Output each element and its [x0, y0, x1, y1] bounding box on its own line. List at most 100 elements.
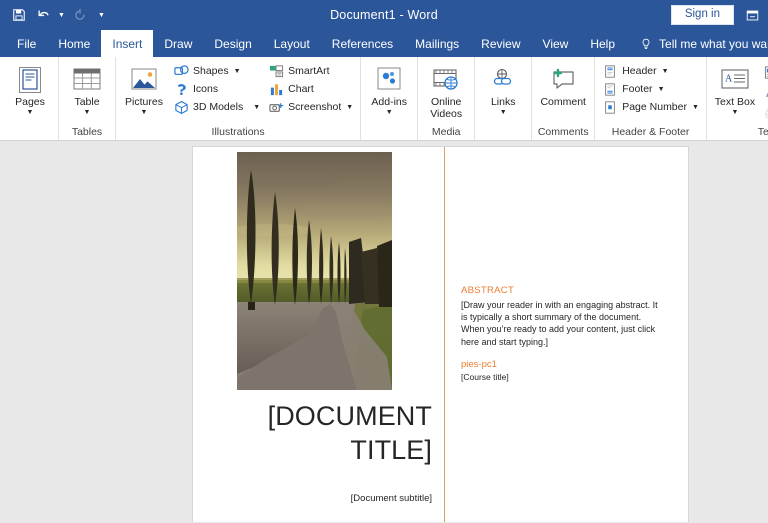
tab-draw[interactable]: Draw: [153, 30, 203, 57]
ribbon-display-options-icon[interactable]: [740, 3, 764, 27]
chevron-down-icon[interactable]: ▼: [141, 109, 148, 117]
smartart-button[interactable]: SmartArt: [265, 62, 356, 80]
header-button[interactable]: Header ▼: [599, 62, 702, 80]
header-icon: [602, 63, 618, 79]
tab-layout[interactable]: Layout: [263, 30, 321, 57]
ribbon-group-label-links: [479, 125, 527, 140]
redo-icon: [69, 4, 91, 26]
shapes-label: Shapes: [193, 65, 229, 77]
screenshot-icon: [268, 99, 284, 115]
page-title[interactable]: [DOCUMENT TITLE]: [203, 399, 432, 467]
ribbon-group-label-text: Text: [757, 126, 768, 138]
tab-design[interactable]: Design: [203, 30, 262, 57]
page-number-button[interactable]: Page Number ▼: [599, 98, 702, 116]
pictures-button[interactable]: Pictures ▼: [120, 61, 168, 117]
document-page[interactable]: [DOCUMENT TITLE] [Document subtitle] ABS…: [193, 147, 688, 522]
quick-parts-icon[interactable]: [761, 63, 768, 82]
author-name[interactable]: pies-pc1: [461, 359, 661, 370]
footer-label: Footer: [622, 83, 653, 95]
text-icon-row-2: A ▼: [761, 83, 768, 102]
table-icon: [72, 64, 102, 96]
text-icon-grid: ▼ ▼ A ▼: [761, 61, 768, 122]
chevron-down-icon[interactable]: ▼: [253, 104, 260, 111]
add-ins-icon: [375, 64, 403, 96]
lightbulb-icon: [640, 37, 652, 51]
new-comment-button[interactable]: Comment: [536, 61, 590, 109]
smartart-icon: [268, 63, 284, 79]
undo-dropdown-icon[interactable]: ▼: [56, 4, 67, 26]
course-title[interactable]: [Course title]: [461, 372, 661, 382]
ribbon-group-illustrations: Pictures ▼ Shapes ▼ Icons 3D Models ▼ Sm…: [116, 57, 362, 140]
save-icon[interactable]: [8, 4, 30, 26]
ribbon-group-label-tables: Tables: [71, 126, 103, 138]
ribbon: Pages ▼ Table ▼ Tables Pictures ▼ Shapes…: [0, 57, 768, 141]
chevron-down-icon[interactable]: ▼: [386, 109, 393, 117]
sign-in-button[interactable]: Sign in: [670, 4, 734, 26]
text-box-button[interactable]: A Text Box ▼: [711, 61, 759, 117]
chart-icon: [268, 81, 284, 97]
abstract-body[interactable]: [Draw your reader in with an engaging ab…: [461, 299, 661, 348]
chart-button[interactable]: Chart: [265, 80, 356, 98]
tab-references[interactable]: References: [321, 30, 404, 57]
chevron-down-icon[interactable]: ▼: [500, 109, 507, 117]
chevron-down-icon[interactable]: ▼: [84, 109, 91, 117]
three-d-models-button[interactable]: 3D Models ▼: [170, 98, 263, 116]
pages-button[interactable]: Pages ▼: [6, 61, 54, 117]
icons-icon: [173, 81, 189, 97]
document-canvas[interactable]: [DOCUMENT TITLE] [Document subtitle] ABS…: [0, 141, 768, 522]
tab-file[interactable]: File: [6, 30, 47, 57]
tab-review[interactable]: Review: [470, 30, 531, 57]
icons-button[interactable]: Icons: [170, 80, 263, 98]
ribbon-group-media: Online Videos Media: [418, 57, 476, 140]
page-subtitle[interactable]: [Document subtitle]: [203, 493, 432, 504]
tab-help[interactable]: Help: [579, 30, 626, 57]
links-label: Links: [490, 96, 516, 108]
tab-home[interactable]: Home: [47, 30, 101, 57]
chevron-down-icon[interactable]: ▼: [27, 109, 34, 117]
chevron-down-icon[interactable]: ▼: [662, 68, 669, 75]
shapes-button[interactable]: Shapes ▼: [170, 62, 263, 80]
ribbon-group-links: Links ▼: [475, 57, 533, 140]
text-icon-row-3: A ▼ ▼: [761, 103, 768, 122]
pages-icon: [17, 64, 43, 96]
chevron-down-icon[interactable]: ▼: [692, 104, 699, 111]
ribbon-group-label-header-footer: Header & Footer: [611, 126, 690, 138]
screenshot-label: Screenshot: [288, 101, 342, 113]
shapes-icon: [173, 63, 189, 79]
text-box-label: Text Box: [714, 96, 756, 108]
screenshot-button[interactable]: Screenshot ▼: [265, 98, 356, 116]
text-box-icon: A: [720, 64, 750, 96]
links-button[interactable]: Links ▼: [479, 61, 527, 117]
chevron-down-icon[interactable]: ▼: [346, 104, 353, 111]
customize-quick-access-toolbar-icon[interactable]: ▼: [93, 4, 105, 26]
window-title: Document1 - Word: [330, 8, 438, 22]
undo-icon[interactable]: [32, 4, 54, 26]
table-label: Table: [74, 96, 100, 108]
ribbon-tabs: File Home Insert Draw Design Layout Refe…: [0, 30, 768, 57]
new-comment-label: Comment: [540, 96, 586, 108]
add-ins-button[interactable]: Add-ins ▼: [365, 61, 413, 117]
cover-page-divider: [444, 147, 445, 522]
chevron-down-icon[interactable]: ▼: [234, 68, 241, 75]
chart-label: Chart: [288, 83, 314, 95]
smartart-label: SmartArt: [288, 65, 330, 77]
tell-me-search[interactable]: Tell me what you want to do: [626, 30, 768, 57]
svg-text:A: A: [725, 74, 733, 85]
ribbon-group-add-ins: Add-ins ▼: [361, 57, 419, 140]
chevron-down-icon[interactable]: ▼: [731, 109, 738, 117]
cypress-road-landscape-photo[interactable]: [237, 152, 392, 390]
tab-mailings[interactable]: Mailings: [404, 30, 470, 57]
pages-label: Pages: [15, 96, 45, 108]
wordart-icon[interactable]: A: [761, 83, 768, 102]
chevron-down-icon[interactable]: ▼: [658, 86, 665, 93]
text-icon-row-1: ▼ ▼: [761, 63, 768, 82]
online-videos-button[interactable]: Online Videos: [422, 61, 470, 120]
table-button[interactable]: Table ▼: [63, 61, 111, 117]
header-footer-col: Header ▼ Footer ▼ Page Number ▼: [599, 61, 702, 116]
tab-insert[interactable]: Insert: [101, 30, 154, 57]
pictures-icon: [129, 64, 159, 96]
three-d-models-label: 3D Models: [193, 101, 244, 113]
footer-button[interactable]: Footer ▼: [599, 80, 702, 98]
add-ins-label: Add-ins: [371, 96, 407, 108]
tab-view[interactable]: View: [532, 30, 580, 57]
